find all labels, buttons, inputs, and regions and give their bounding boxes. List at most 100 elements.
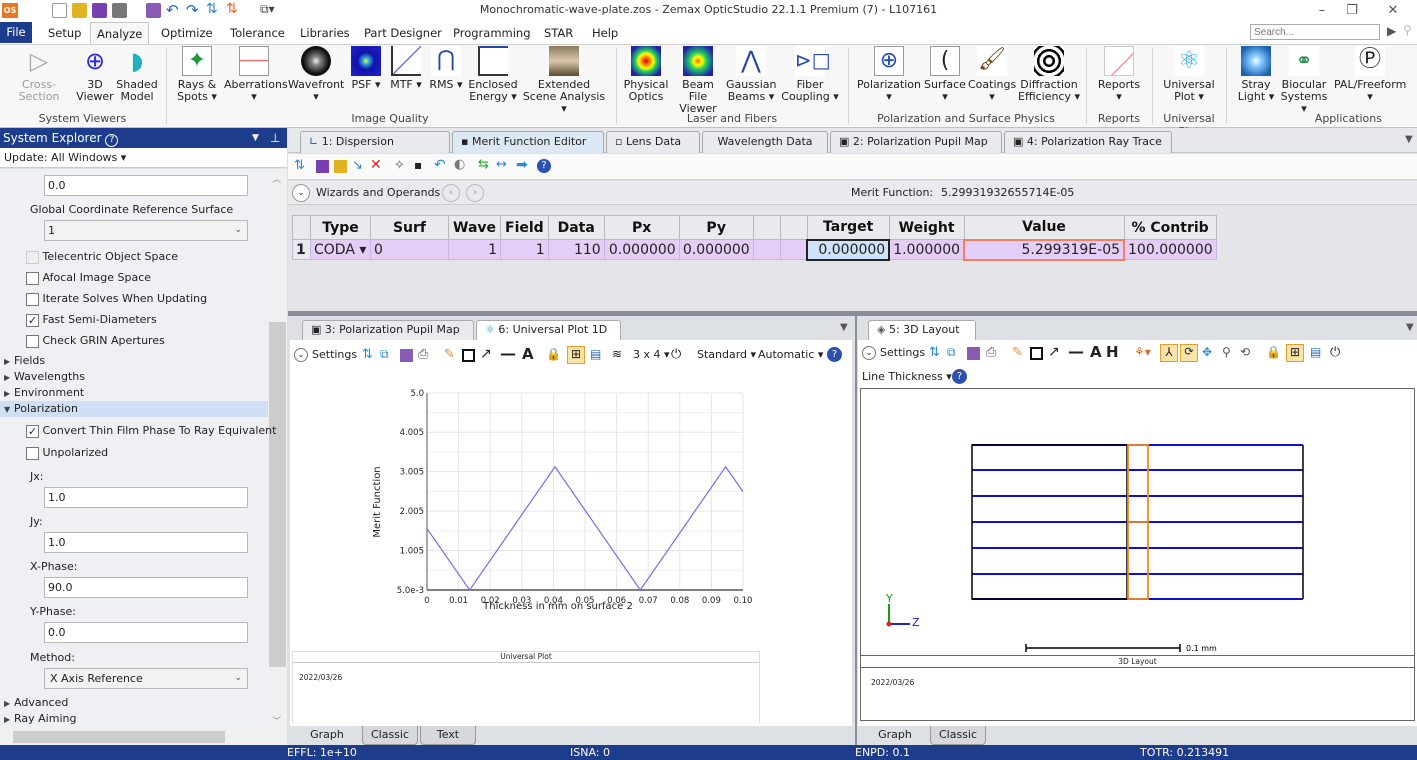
- search-go-icon[interactable]: ▶: [1387, 24, 1396, 38]
- fit-icon[interactable]: ⊞: [1286, 344, 1304, 362]
- fast-semi-diameters-checkbox[interactable]: ✓ Fast Semi-Diameters: [26, 313, 157, 327]
- enclosed-energy-button[interactable]: Enclosed Energy ▾: [468, 46, 518, 103]
- menu-setup[interactable]: Setup: [42, 22, 87, 44]
- tab-wavelength-data[interactable]: Wavelength Data: [702, 131, 828, 153]
- rectangle-icon[interactable]: [1030, 347, 1043, 360]
- next-operand-icon[interactable]: ›: [466, 184, 484, 202]
- pencil-icon[interactable]: ✎: [1012, 345, 1023, 360]
- delete-icon[interactable]: ✕: [370, 157, 382, 173]
- expand-wizards-icon[interactable]: ⌄: [292, 184, 310, 202]
- help-icon[interactable]: ?: [952, 369, 967, 384]
- tab-graph[interactable]: Graph: [292, 726, 362, 745]
- save-icon[interactable]: [400, 349, 413, 362]
- shaded-model-button[interactable]: ◗ Shaded Model: [116, 46, 158, 103]
- biocular-systems-button[interactable]: ⚭ Biocular Systems ▾: [1280, 46, 1328, 115]
- col-type[interactable]: Type: [310, 215, 371, 240]
- help-icon[interactable]: ?: [537, 159, 551, 173]
- reset-view-icon[interactable]: ⟲: [1240, 345, 1250, 359]
- check-grin-checkbox[interactable]: Check GRIN Apertures: [26, 334, 165, 348]
- polarization-button[interactable]: ⊕ Polarization ▾: [856, 46, 922, 103]
- cell-wave[interactable]: 1: [447, 239, 502, 260]
- convert-thin-film-checkbox[interactable]: ✓ Convert Thin Film Phase To Ray Equival…: [26, 424, 276, 438]
- col-data[interactable]: Data: [547, 215, 605, 240]
- line-icon[interactable]: —: [500, 344, 516, 363]
- dropdown-icon[interactable]: ▼: [252, 128, 259, 148]
- telecentric-checkbox[interactable]: Telecentric Object Space: [26, 250, 178, 264]
- scroll-up-icon[interactable]: ︿: [272, 172, 281, 185]
- refresh-icon[interactable]: ⇅: [929, 345, 940, 360]
- beam-file-viewer-button[interactable]: Beam File Viewer: [672, 46, 724, 115]
- fiber-coupling-button[interactable]: ⊳□ Fiber Coupling ▾: [780, 46, 840, 103]
- undo-icon[interactable]: ↶: [434, 157, 446, 173]
- row-selector-header[interactable]: [292, 215, 311, 240]
- aberrations-button[interactable]: Aberrations ▾: [224, 46, 288, 103]
- cell-target[interactable]: 0.000000: [806, 238, 891, 261]
- cross-section-button[interactable]: ▷ Cross-Section: [4, 46, 74, 103]
- y-phase-field[interactable]: 0.0: [44, 622, 248, 643]
- window-icon[interactable]: ▤: [590, 347, 601, 361]
- cell-empty-2[interactable]: [779, 239, 808, 260]
- expand-settings-icon[interactable]: ⌄: [294, 348, 308, 362]
- wavefront-button[interactable]: Wavefront ▾: [288, 46, 344, 103]
- collapse-icon[interactable]: ↔: [496, 157, 507, 172]
- extended-scene-analysis-button[interactable]: Extended Scene Analysis ▾: [522, 46, 606, 115]
- restore-button[interactable]: ❐: [1342, 2, 1362, 20]
- text-icon[interactable]: A: [1090, 343, 1102, 361]
- tab-polarization-ray-trace[interactable]: ▣ 4: Polarization Ray Trace: [1004, 131, 1172, 153]
- col-empty-2[interactable]: [779, 215, 808, 240]
- settings-button[interactable]: Settings: [880, 346, 925, 359]
- dimension-icon[interactable]: H: [1106, 343, 1119, 361]
- jy-field[interactable]: 1.0: [44, 532, 248, 553]
- rms-button[interactable]: ⋂ RMS ▾: [428, 46, 464, 91]
- physical-optics-button[interactable]: Physical Optics: [622, 46, 670, 103]
- coatings-button[interactable]: 🖌 Coatings ▾: [968, 46, 1016, 103]
- lock-icon[interactable]: 🔒: [1266, 345, 1281, 359]
- arrow-icon[interactable]: ↗: [480, 346, 492, 362]
- help-icon[interactable]: ?: [827, 347, 842, 362]
- zoom-icon[interactable]: ⚲: [1222, 345, 1231, 359]
- tree-advanced[interactable]: ▶ Advanced: [4, 696, 68, 709]
- gaussian-beams-button[interactable]: ⋀ Gaussian Beams ▾: [726, 46, 776, 103]
- line-icon[interactable]: —: [1068, 342, 1084, 361]
- menu-part-designer[interactable]: Part Designer: [358, 22, 448, 44]
- cell-data[interactable]: 110: [547, 239, 605, 260]
- method-select[interactable]: X Axis Reference ⌄: [44, 668, 248, 689]
- load-icon[interactable]: [334, 160, 347, 173]
- menu-tolerance[interactable]: Tolerance: [224, 22, 291, 44]
- stray-light-button[interactable]: Stray Light ▾: [1234, 46, 1278, 103]
- tree-ray-aiming[interactable]: ▶ Ray Aiming: [4, 712, 76, 725]
- cell-type[interactable]: CODA ▾: [310, 239, 371, 260]
- layers-icon[interactable]: ≋: [612, 347, 622, 361]
- scrollbar-thumb[interactable]: [269, 322, 286, 667]
- col-surf[interactable]: Surf: [370, 215, 449, 240]
- rotate-dropdown-icon[interactable]: ⚘▾: [1134, 345, 1151, 359]
- pin-icon[interactable]: ⊥: [270, 128, 280, 148]
- power-icon[interactable]: ⏻: [1330, 345, 1340, 360]
- reports-button[interactable]: Reports ▾: [1094, 46, 1144, 103]
- cell-py[interactable]: 0.000000: [678, 239, 754, 260]
- save-icon[interactable]: [316, 160, 329, 173]
- col-field[interactable]: Field: [500, 215, 549, 240]
- search-input[interactable]: [1250, 24, 1380, 40]
- fit-icon[interactable]: ⊞: [567, 346, 585, 364]
- menu-file[interactable]: File: [0, 22, 32, 43]
- hscroll-thumb[interactable]: [13, 731, 225, 743]
- cell-surf[interactable]: 0: [370, 239, 449, 260]
- iterate-solves-checkbox[interactable]: Iterate Solves When Updating: [26, 292, 207, 306]
- settings-button[interactable]: Settings: [312, 348, 357, 361]
- tree-wavelengths[interactable]: ▶ Wavelengths: [4, 370, 85, 383]
- scroll-down-icon[interactable]: ﹀: [272, 714, 281, 727]
- tab-3d-layout[interactable]: ◈ 5: 3D Layout ✕: [868, 320, 976, 354]
- pane-menu-icon[interactable]: ▼: [840, 322, 848, 333]
- row-number[interactable]: 1: [292, 239, 311, 260]
- psf-button[interactable]: PSF ▾: [348, 46, 384, 91]
- rotate-view-icon[interactable]: ⟳: [1180, 344, 1198, 362]
- tab-polarization-pupil-map-2[interactable]: ▣ 3: Polarization Pupil Map 2: [302, 320, 474, 354]
- update-dropdown[interactable]: Update: All Windows ▾: [0, 148, 287, 168]
- help-icon[interactable]: ?: [105, 134, 119, 147]
- diffraction-efficiency-button[interactable]: Diffraction Efficiency ▾: [1018, 46, 1080, 103]
- refresh-icon[interactable]: ⇅: [294, 158, 305, 173]
- save-icon[interactable]: [967, 347, 980, 360]
- minimize-button[interactable]: –: [1312, 2, 1332, 20]
- pane-menu-icon[interactable]: ▼: [1406, 322, 1414, 333]
